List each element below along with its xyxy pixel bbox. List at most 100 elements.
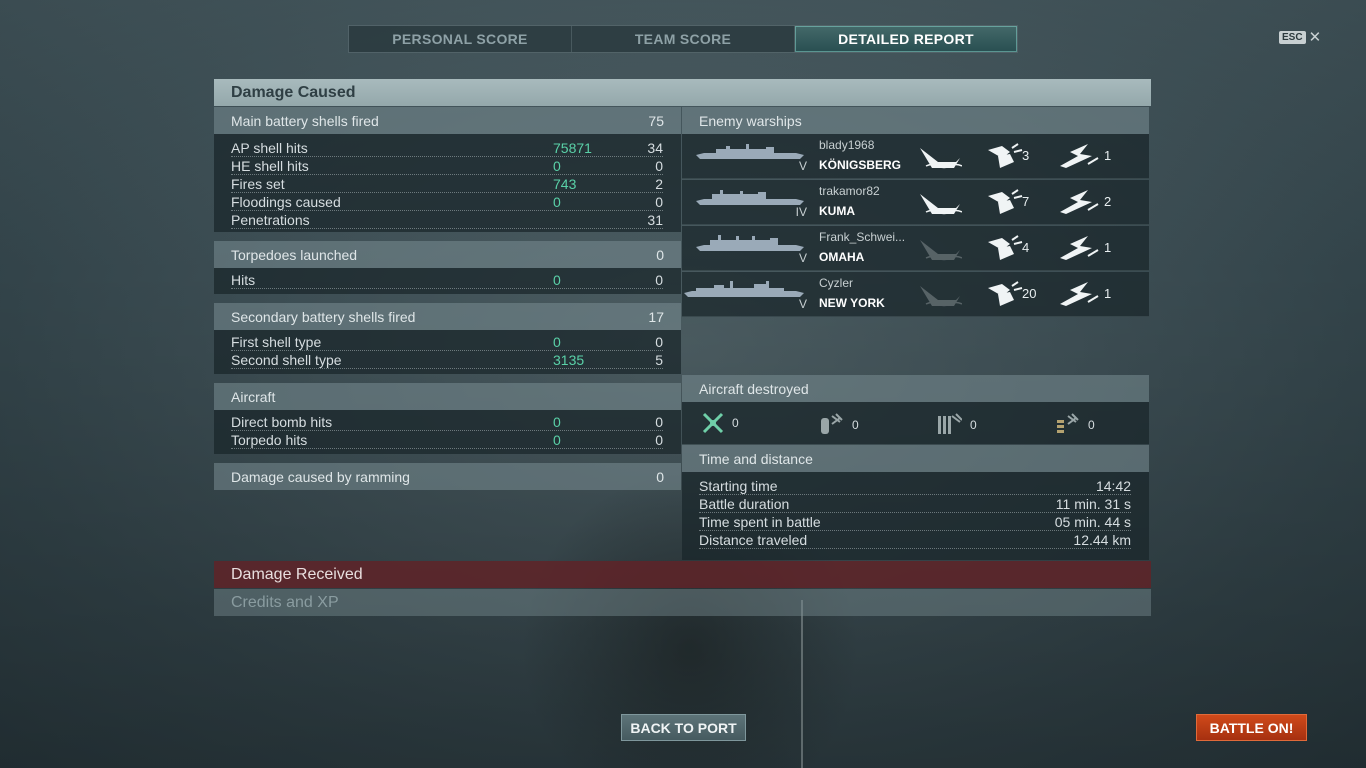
main-battery-label: Main battery shells fired: [231, 112, 379, 129]
critical-hit-icon: [1060, 236, 1099, 260]
damage-received-header[interactable]: Damage Received: [214, 561, 1151, 588]
close-button[interactable]: ESC ✕: [1279, 30, 1321, 45]
hits-count: 7: [1022, 194, 1030, 209]
stat-damage: 0: [553, 432, 561, 448]
critical-hit-icon: [1060, 282, 1099, 306]
stat-count: 0: [655, 334, 663, 350]
secondary-body: First shell type 0 0 Second shell type 3…: [214, 330, 681, 374]
torpedo-bomber-icon: [938, 413, 962, 434]
stat-label: Distance traveled: [699, 532, 808, 548]
aircraft-header: Aircraft: [214, 383, 681, 410]
stat-value: 11 min. 31 s: [1055, 496, 1131, 512]
hits-count: 4: [1022, 240, 1030, 255]
enemy-ship-row[interactable]: IV trakamor82 KUMA 7 2: [682, 180, 1149, 225]
stat-damage: 0: [553, 272, 561, 288]
stat-damage: 0: [553, 414, 561, 430]
aircraft-destroyed-header: Aircraft destroyed: [682, 375, 1149, 402]
stat-row: HE shell hits 0 0: [231, 157, 663, 175]
stat-row: AP shell hits 75871 34: [231, 139, 663, 157]
stat-count: 0: [655, 194, 663, 210]
ship-name: NEW YORK: [819, 296, 885, 310]
aircraft-label: Aircraft: [231, 388, 276, 405]
damage-caused-header[interactable]: Damage Caused: [214, 79, 1151, 106]
torpedoes-value: 0: [656, 246, 664, 263]
esc-key-label: ESC: [1279, 31, 1306, 44]
ship-sunk-icon: [920, 286, 962, 307]
ammo-icon: [1057, 413, 1079, 433]
critical-hit-icon: [1060, 190, 1099, 214]
main-battery-value: 75: [648, 112, 664, 129]
ship-tier: IV: [795, 205, 807, 219]
enemy-ship-row[interactable]: V blady1968 KÖNIGSBERG 3 1: [682, 134, 1149, 179]
stat-row: Direct bomb hits 0 0: [231, 413, 663, 431]
aircraft-body: Direct bomb hits 0 0 Torpedo hits 0 0: [214, 410, 681, 454]
hits-count: 3: [1022, 148, 1030, 163]
tab-detailed-report[interactable]: DETAILED REPORT: [795, 26, 1017, 52]
ship-name: KUMA: [819, 204, 855, 218]
stat-label: HE shell hits: [231, 158, 309, 174]
battle-on-button[interactable]: BATTLE ON!: [1196, 714, 1307, 741]
ship-sunk-icon: [920, 148, 962, 169]
stat-damage: 0: [553, 194, 561, 210]
stat-row: Second shell type 3135 5: [231, 351, 663, 369]
report-tabs: PERSONAL SCORE TEAM SCORE DETAILED REPOR…: [348, 25, 1018, 53]
stat-damage: 0: [553, 158, 561, 174]
stat-damage: 3135: [553, 352, 585, 368]
stat-row: Hits 0 0: [231, 271, 663, 289]
ship-tier: V: [798, 159, 807, 173]
enemy-ship-row[interactable]: V Frank_Schwei... OMAHA 4 1: [682, 226, 1149, 271]
hits-count: 20: [1022, 286, 1037, 301]
stat-label: Floodings caused: [231, 194, 341, 210]
enemy-ship-row[interactable]: V Cyzler NEW YORK 20 1: [682, 272, 1149, 317]
stat-row: Battle duration 11 min. 31 s: [699, 495, 1131, 513]
crits-count: 1: [1104, 286, 1112, 301]
credits-xp-header[interactable]: Credits and XP: [214, 589, 1151, 616]
ramming-label: Damage caused by ramming: [231, 468, 410, 485]
stat-count: 34: [647, 140, 663, 156]
stat-label: Hits: [231, 272, 256, 288]
stat-row: Floodings caused 0 0: [231, 193, 663, 211]
aircraft-stat: 0: [818, 412, 859, 438]
tab-team-score[interactable]: TEAM SCORE: [572, 26, 795, 52]
ship-silhouette-icon: [696, 190, 804, 205]
ramming-value: 0: [656, 468, 664, 485]
crits-count: 2: [1104, 194, 1112, 209]
enemy-warships-label: Enemy warships: [699, 112, 802, 129]
ship-sunk-icon: [920, 240, 962, 261]
torpedoes-body: Hits 0 0: [214, 268, 681, 294]
ship-name: KÖNIGSBERG: [819, 158, 902, 172]
stat-count: 2: [655, 176, 663, 192]
secondary-value: 17: [648, 308, 664, 325]
aircraft-count: 0: [970, 418, 977, 432]
secondary-header: Secondary battery shells fired 17: [214, 303, 681, 330]
torpedoes-label: Torpedoes launched: [231, 246, 358, 263]
stat-row: Distance traveled 12.44 km: [699, 531, 1131, 549]
stat-count: 0: [655, 158, 663, 174]
stat-value: 12.44 km: [1073, 532, 1131, 548]
crits-count: 1: [1104, 148, 1112, 163]
bomb-icon: [821, 413, 843, 434]
stat-label: Time spent in battle: [699, 514, 821, 530]
ship-silhouette-icon: [696, 235, 804, 251]
main-battery-header: Main battery shells fired 75: [214, 107, 681, 134]
stat-label: AP shell hits: [231, 140, 308, 156]
aircraft-count: 0: [852, 418, 859, 432]
aircraft-stat: 0: [702, 412, 739, 434]
fighter-plane-icon: [702, 412, 724, 434]
stat-label: Second shell type: [231, 352, 342, 368]
stat-label: Direct bomb hits: [231, 414, 333, 430]
aircraft-stat: 0: [936, 412, 977, 438]
stat-label: First shell type: [231, 334, 322, 350]
tab-personal-score[interactable]: PERSONAL SCORE: [349, 26, 572, 52]
time-distance-body: Starting time 14:42 Battle duration 11 m…: [682, 472, 1149, 560]
stat-damage: 0: [553, 334, 561, 350]
stat-count: 31: [647, 212, 663, 228]
player-name: Frank_Schwei...: [819, 230, 906, 244]
stat-label: Battle duration: [699, 496, 790, 512]
stat-row: Fires set 743 2: [231, 175, 663, 193]
ship-sunk-icon: [920, 194, 962, 215]
stat-row: Starting time 14:42: [699, 477, 1131, 495]
ship-silhouette-icon: [696, 144, 804, 159]
back-to-port-button[interactable]: BACK TO PORT: [621, 714, 746, 741]
ship-silhouette-icon: [684, 281, 804, 297]
